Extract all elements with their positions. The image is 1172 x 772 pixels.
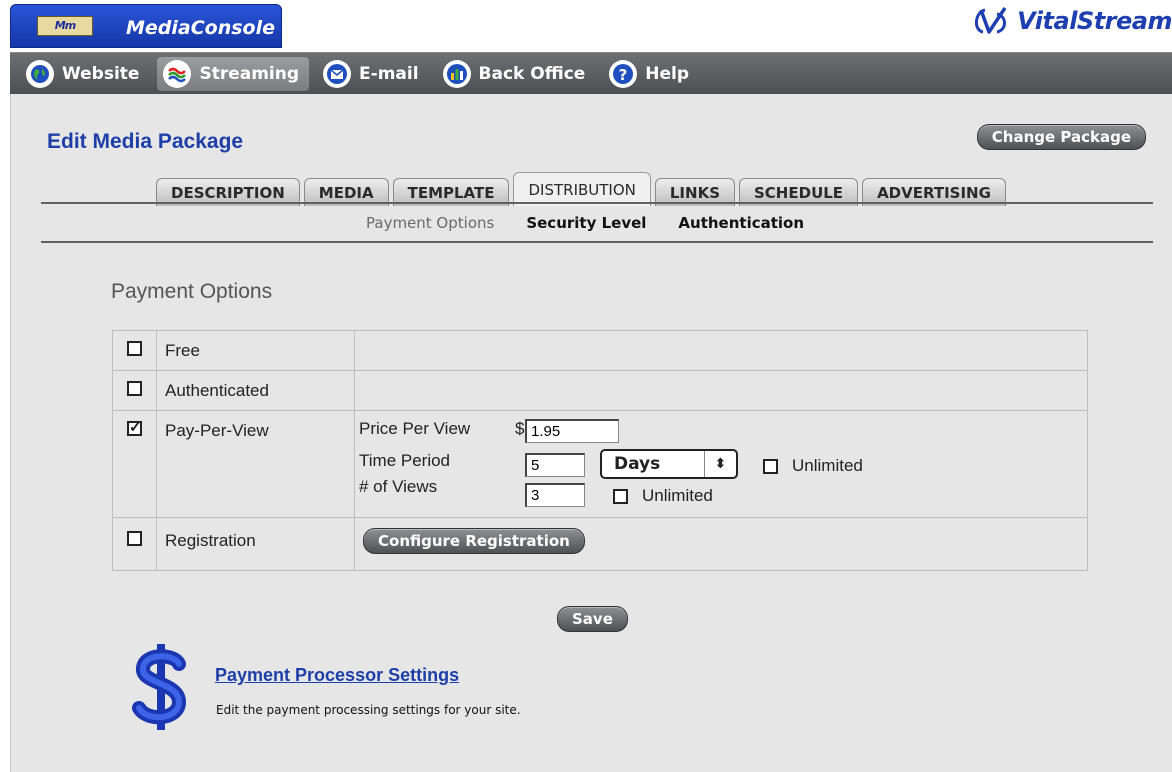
price-per-view-input[interactable] [525, 419, 619, 443]
nav-help[interactable]: ? Help [603, 57, 699, 91]
stream-waves-icon [163, 59, 192, 88]
nav-help-label: Help [645, 63, 690, 84]
time-unit-select[interactable]: Days ⬍ [600, 449, 738, 479]
nav-back-office[interactable]: Back Office [437, 57, 596, 91]
nav-streaming[interactable]: Streaming [157, 56, 310, 91]
globe-icon [26, 59, 54, 88]
time-unlimited-label: Unlimited [792, 456, 863, 475]
registration-details: Configure Registration [354, 517, 1088, 571]
authenticated-details [354, 370, 1088, 411]
tab-divider [41, 202, 1153, 204]
time-unlimited-checkbox[interactable] [763, 458, 778, 474]
select-arrows-icon: ⬍ [704, 451, 736, 477]
registration-checkbox[interactable] [127, 531, 142, 546]
vitalstream-logo-icon [975, 7, 1007, 34]
registration-label: Registration [156, 517, 355, 571]
package-tabs: DESCRIPTION MEDIA TEMPLATE DISTRIBUTION … [156, 172, 1010, 206]
views-unlimited-option[interactable]: Unlimited [613, 486, 713, 506]
pay-per-view-checkbox[interactable] [127, 418, 142, 436]
time-unlimited-option[interactable]: Unlimited [763, 456, 863, 476]
authenticated-checkbox[interactable] [127, 381, 142, 396]
pay-per-view-label: Pay-Per-View [156, 410, 355, 518]
payment-options-table: Free Authenticated Pay-Per-View Price Pe… [112, 330, 1088, 571]
main-nav: Website Streaming E-mail Back Office ? H… [10, 52, 1172, 94]
app-tab[interactable]: Mm MediaConsole [10, 4, 282, 48]
change-package-button[interactable]: Change Package [976, 124, 1146, 150]
nav-email-label: E-mail [359, 63, 419, 84]
section-title: Payment Options [111, 280, 273, 303]
main-panel: Edit Media Package Change Package DESCRI… [10, 94, 1172, 772]
option-row-authenticated: Authenticated [112, 370, 1088, 411]
views-unlimited-checkbox[interactable] [613, 488, 628, 504]
time-period-label: Time Period [359, 451, 451, 470]
brand-logo: VitalStream [971, 6, 1172, 36]
nav-email[interactable]: E-mail [317, 57, 429, 91]
svg-text:?: ? [619, 66, 628, 84]
payment-processor-description: Edit the payment processing settings for… [216, 703, 521, 717]
nav-back-office-label: Back Office [478, 63, 586, 84]
subnav-authentication[interactable]: Authentication [678, 214, 804, 232]
authenticated-label: Authenticated [156, 370, 355, 411]
media-console-logo: Mm [37, 16, 93, 36]
pay-per-view-details: Price Per View $ Time Period Days ⬍ Unli… [354, 410, 1088, 518]
nav-streaming-label: Streaming [199, 63, 300, 84]
views-input[interactable] [525, 483, 585, 507]
time-unit-value: Days [614, 454, 661, 474]
dollar-sign-icon [132, 644, 187, 730]
nav-website[interactable]: Website [20, 57, 149, 91]
nav-website-label: Website [62, 63, 140, 84]
time-period-input[interactable] [525, 453, 585, 477]
distribution-subnav: Payment Options Security Level Authentic… [366, 214, 836, 232]
bar-chart-icon [442, 59, 471, 88]
free-label: Free [156, 330, 355, 371]
payment-processor-settings-link[interactable]: Payment Processor Settings [215, 665, 459, 686]
brand-name: VitalStream [1017, 7, 1172, 35]
free-details [354, 330, 1088, 371]
help-icon: ? [609, 59, 638, 88]
views-label: # of Views [359, 477, 438, 496]
email-icon [323, 59, 352, 88]
currency-symbol: $ [515, 419, 525, 438]
page-title: Edit Media Package [47, 130, 244, 153]
views-unlimited-label: Unlimited [642, 486, 713, 505]
app-title: MediaConsole [126, 17, 276, 39]
option-row-free: Free [112, 330, 1088, 371]
subnav-payment-options[interactable]: Payment Options [366, 214, 494, 232]
subnav-divider [41, 241, 1153, 243]
tab-distribution[interactable]: DISTRIBUTION [513, 172, 651, 206]
option-row-pay-per-view: Pay-Per-View Price Per View $ Time Perio… [112, 410, 1088, 518]
option-row-registration: Registration Configure Registration [112, 517, 1088, 571]
price-per-view-label: Price Per View [359, 419, 471, 438]
save-button[interactable]: Save [557, 606, 628, 632]
configure-registration-button[interactable]: Configure Registration [363, 528, 585, 554]
subnav-security-level[interactable]: Security Level [526, 214, 646, 232]
free-checkbox[interactable] [127, 341, 142, 356]
